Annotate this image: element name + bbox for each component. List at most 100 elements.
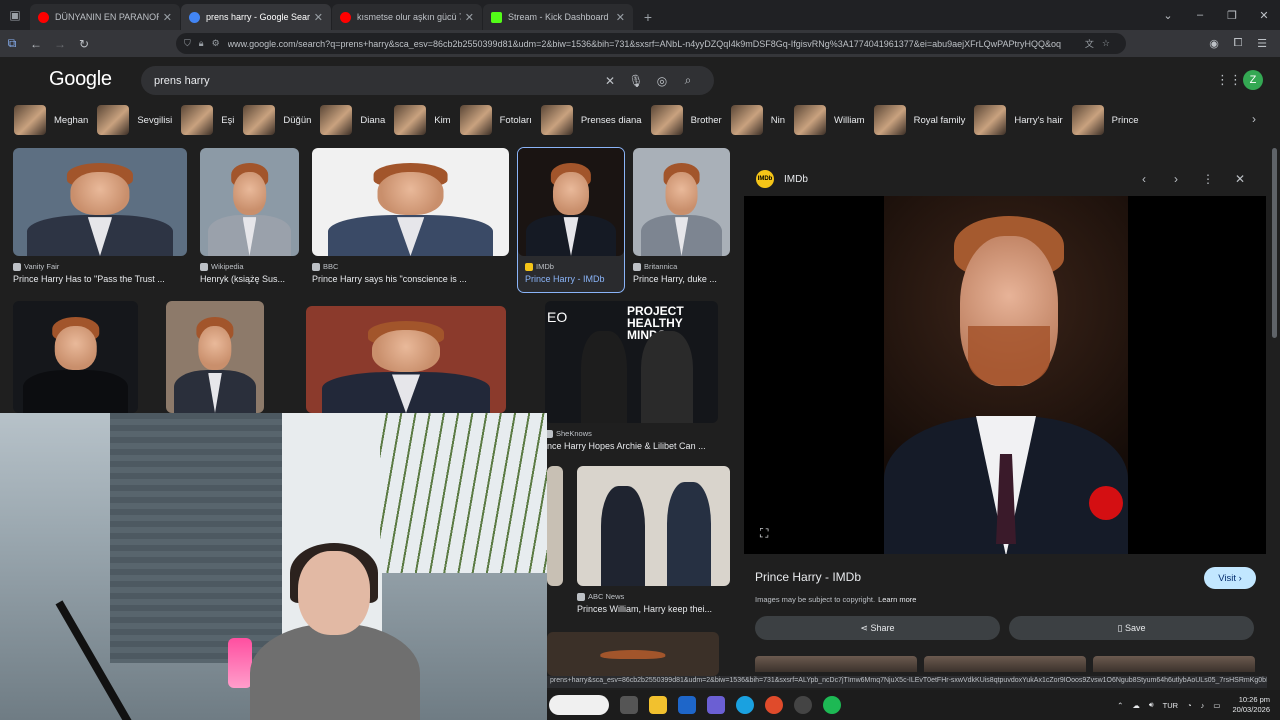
translate-icon[interactable]: 文: [1085, 37, 1094, 50]
search-icon[interactable]: ⌕: [675, 73, 701, 88]
close-window-icon[interactable]: ✕: [1248, 9, 1280, 22]
speaker-icon[interactable]: ♪: [1201, 701, 1205, 710]
tab-search-icon[interactable]: ⌄: [1152, 9, 1184, 22]
close-tab-icon[interactable]: ✕: [314, 11, 323, 24]
chip-dugun[interactable]: Düğün: [243, 105, 311, 135]
reload-icon[interactable]: ↻: [72, 37, 96, 51]
new-tab-button[interactable]: +: [634, 4, 662, 30]
image-result[interactable]: Wikipedia Henryk (książę Sus...: [200, 148, 299, 284]
chevron-right-icon[interactable]: ›: [1252, 112, 1256, 126]
site-settings-icon[interactable]: ⚙: [212, 38, 220, 49]
learn-more-link[interactable]: Learn more: [878, 595, 916, 604]
menu-icon[interactable]: ☰: [1250, 37, 1274, 50]
chip-prenses-diana[interactable]: Prenses diana: [540, 105, 642, 135]
image-result[interactable]: [306, 306, 506, 413]
prince-harry-photo: [884, 196, 1128, 554]
wifi-icon[interactable]: ◔: [1187, 701, 1192, 710]
close-tab-icon[interactable]: ✕: [163, 11, 172, 24]
store-icon[interactable]: [678, 696, 696, 714]
image-result-selected[interactable]: IMDb Prince Harry - IMDb: [517, 147, 625, 293]
save-button[interactable]: ▯ Save: [1009, 616, 1254, 640]
bookmark-star-icon[interactable]: ☆: [1102, 38, 1110, 49]
chevron-right-icon[interactable]: ›: [1160, 172, 1192, 186]
firefox-icon[interactable]: [765, 696, 783, 714]
toolbar-right: ◉ ⧠ ☰: [1202, 30, 1274, 57]
related-image[interactable]: [755, 656, 917, 672]
shield-icon[interactable]: ⛉: [184, 38, 191, 49]
close-icon[interactable]: ✕: [1224, 172, 1256, 186]
clock[interactable]: 10:26 pm 20/03/2026: [1232, 695, 1270, 715]
forward-icon[interactable]: →: [48, 37, 72, 51]
image-result[interactable]: [547, 466, 563, 586]
language-indicator[interactable]: TUR: [1163, 701, 1178, 710]
more-options-icon[interactable]: ⋮: [1192, 172, 1224, 186]
chip-brother[interactable]: Brother: [650, 105, 722, 135]
profile-icon[interactable]: ◉: [1202, 37, 1226, 50]
browser-tab-bar: ▣ DÜNYANIN EN PARANORMAL Ç ✕ prens harry…: [0, 0, 1280, 30]
image-result[interactable]: [547, 632, 719, 676]
chip-esi[interactable]: Eşi: [181, 105, 234, 135]
taskbar-search[interactable]: [549, 695, 609, 715]
preview-site-name[interactable]: IMDb: [784, 174, 1128, 185]
chip-nin[interactable]: Nin: [730, 105, 785, 135]
image-result[interactable]: Vanity Fair Prince Harry Has to "Pass th…: [13, 148, 187, 284]
minimize-icon[interactable]: –: [1184, 9, 1216, 21]
image-result[interactable]: [166, 301, 264, 413]
tab-youtube-2[interactable]: kısmetse olur aşkın gücü 7. bö ✕: [332, 4, 482, 30]
chip-diana[interactable]: Diana: [320, 105, 385, 135]
chip-william[interactable]: William: [793, 105, 865, 135]
microphone-icon[interactable]: 🎙︎: [623, 74, 649, 88]
address-bar[interactable]: ⛉ 🔒︎ ⚙ www.google.com/search?q=prens+har…: [176, 33, 1126, 54]
google-logo[interactable]: Google: [49, 68, 112, 91]
youtube-favicon-icon: [340, 11, 351, 23]
teams-icon[interactable]: [707, 696, 725, 714]
cloud-icon[interactable]: ☁: [1132, 701, 1140, 710]
page-scrollbar[interactable]: [1272, 148, 1277, 338]
maximize-icon[interactable]: ❐: [1216, 9, 1248, 22]
tab-google-search[interactable]: prens harry - Google Search ✕: [181, 4, 331, 30]
volume-icon[interactable]: 🔊︎: [1149, 700, 1154, 710]
search-box[interactable]: prens harry ✕ 🎙︎ ◎ ⌕: [141, 66, 714, 95]
image-result[interactable]: BBC Prince Harry says his "conscience is…: [312, 148, 509, 284]
search-input[interactable]: prens harry: [154, 75, 597, 87]
related-image[interactable]: [924, 656, 1086, 672]
britannica-favicon-icon: [633, 262, 641, 271]
extensions-icon[interactable]: ⧠: [1226, 37, 1250, 50]
chip-meghan[interactable]: Meghan: [14, 105, 88, 135]
account-avatar[interactable]: Z: [1243, 70, 1263, 90]
tab-actions-icon[interactable]: ▣: [0, 0, 30, 30]
chip-prince[interactable]: Prince: [1071, 105, 1139, 135]
chip-harrys-hair[interactable]: Harry's hair: [974, 105, 1063, 135]
image-result[interactable]: ABC News Princes William, Harry keep the…: [577, 466, 730, 614]
back-icon[interactable]: ←: [24, 37, 48, 51]
preview-image[interactable]: ⛶: [744, 196, 1266, 554]
visit-button[interactable]: Visit ›: [1204, 567, 1256, 589]
chip-royal-family[interactable]: Royal family: [873, 105, 965, 135]
lock-icon[interactable]: 🔒︎: [199, 38, 204, 49]
close-tab-icon[interactable]: ✕: [465, 11, 474, 24]
close-tab-icon[interactable]: ✕: [616, 11, 625, 24]
image-result[interactable]: EO PROJECT HEALTHY MINDS SheKnows ince H…: [545, 301, 718, 451]
tab-kick-dashboard[interactable]: Stream - Kick Dashboard ✕: [483, 4, 633, 30]
sidebar-icon[interactable]: ⧉: [0, 36, 24, 51]
clear-icon[interactable]: ✕: [597, 74, 623, 88]
spotify-icon[interactable]: [823, 696, 841, 714]
task-view-icon[interactable]: [620, 696, 638, 714]
share-button[interactable]: ⋖ Share: [755, 616, 1000, 640]
lens-search-icon[interactable]: ⛶: [760, 526, 768, 541]
chevron-left-icon[interactable]: ‹: [1128, 172, 1160, 186]
related-image[interactable]: [1093, 656, 1255, 672]
tab-youtube-1[interactable]: DÜNYANIN EN PARANORMAL Ç ✕: [30, 4, 180, 30]
edge-icon[interactable]: [736, 696, 754, 714]
image-result[interactable]: [13, 301, 138, 413]
obs-icon[interactable]: [794, 696, 812, 714]
chip-sevgilisi[interactable]: Sevgilisi: [97, 105, 172, 135]
battery-icon[interactable]: ▭: [1213, 701, 1220, 710]
lens-icon[interactable]: ◎: [649, 74, 675, 88]
preview-title[interactable]: Prince Harry - IMDb: [755, 570, 861, 584]
chip-fotolari[interactable]: Fotoları: [459, 105, 532, 135]
image-result[interactable]: Britannica Prince Harry, duke ...: [633, 148, 730, 284]
tray-chevron-icon[interactable]: ⌃: [1117, 701, 1123, 710]
chip-kim[interactable]: Kim: [394, 105, 451, 135]
file-explorer-icon[interactable]: [649, 696, 667, 714]
